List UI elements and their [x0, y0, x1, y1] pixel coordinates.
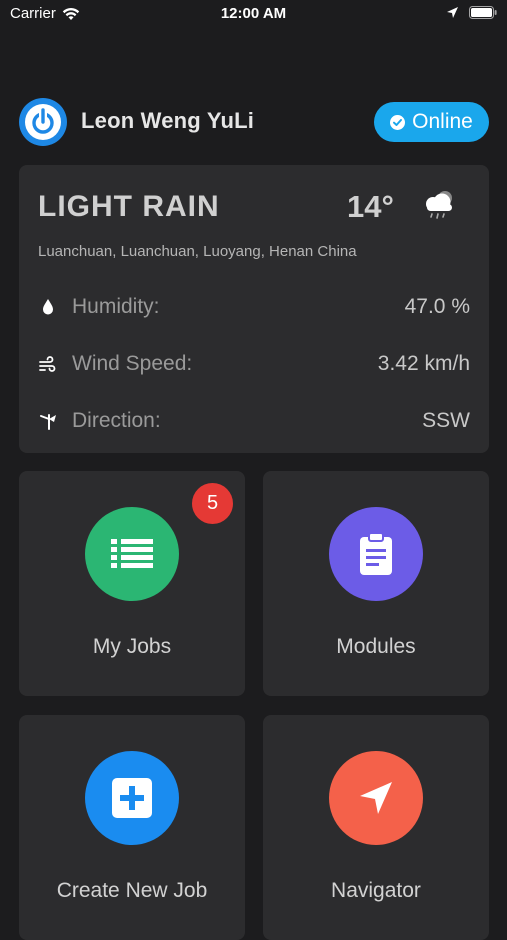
status-bar: Carrier 12:00 AM: [0, 0, 507, 30]
wind-speed-row: Wind Speed: 3.42 km/h: [38, 349, 470, 379]
my-jobs-icon-circle: [85, 507, 179, 601]
modules-label: Modules: [336, 635, 416, 658]
weather-card: LIGHT RAIN 14° Luanchuan, Luanchuan, Luo…: [19, 165, 489, 453]
location-arrow-icon: [447, 7, 458, 18]
wind-icon: [39, 356, 56, 372]
cloud-rain-icon: [426, 191, 452, 219]
clipboard-icon: [360, 532, 392, 575]
create-new-job-tile[interactable]: Create New Job: [19, 715, 245, 940]
direction-row: Direction: SSW: [38, 406, 470, 436]
wind-speed-value: 3.42 km/h: [377, 352, 470, 375]
clock: 12:00 AM: [220, 5, 287, 22]
humidity-label: Humidity:: [72, 295, 160, 318]
online-status-button[interactable]: Online: [374, 102, 489, 142]
create-new-job-label: Create New Job: [56, 879, 208, 902]
humidity-row: Humidity: 47.0 %: [38, 292, 470, 322]
username: Leon Weng YuLi: [81, 108, 255, 133]
online-status-label: Online: [412, 110, 473, 133]
plus-square-icon: [112, 778, 152, 818]
weather-condition: LIGHT RAIN: [38, 190, 220, 223]
wind-direction-icon: [40, 414, 56, 430]
direction-label: Direction:: [72, 409, 161, 432]
battery-icon: [469, 6, 497, 19]
modules-tile[interactable]: Modules: [263, 471, 489, 696]
list-icon: [111, 539, 153, 568]
temperature: 14°: [347, 189, 394, 224]
user-header: Leon Weng YuLi Online: [19, 97, 489, 147]
my-jobs-tile[interactable]: 5 My Jobs: [19, 471, 245, 696]
power-icon: [25, 104, 61, 140]
direction-value: SSW: [422, 409, 470, 432]
modules-icon-circle: [329, 507, 423, 601]
location-text: Luanchuan, Luanchuan, Luoyang, Henan Chi…: [38, 243, 357, 260]
my-jobs-label: My Jobs: [92, 635, 172, 658]
humidity-value: 47.0 %: [404, 295, 470, 318]
navigator-icon-circle: [329, 751, 423, 845]
droplet-icon: [43, 299, 53, 315]
navigator-tile[interactable]: Navigator: [263, 715, 489, 940]
jobs-count-badge: 5: [192, 483, 233, 524]
create-job-icon-circle: [85, 751, 179, 845]
navigator-label: Navigator: [331, 879, 421, 902]
avatar[interactable]: [19, 98, 67, 146]
check-circle-icon: [390, 114, 406, 130]
wind-speed-label: Wind Speed:: [72, 352, 193, 375]
navigation-arrow-icon: [360, 782, 392, 814]
